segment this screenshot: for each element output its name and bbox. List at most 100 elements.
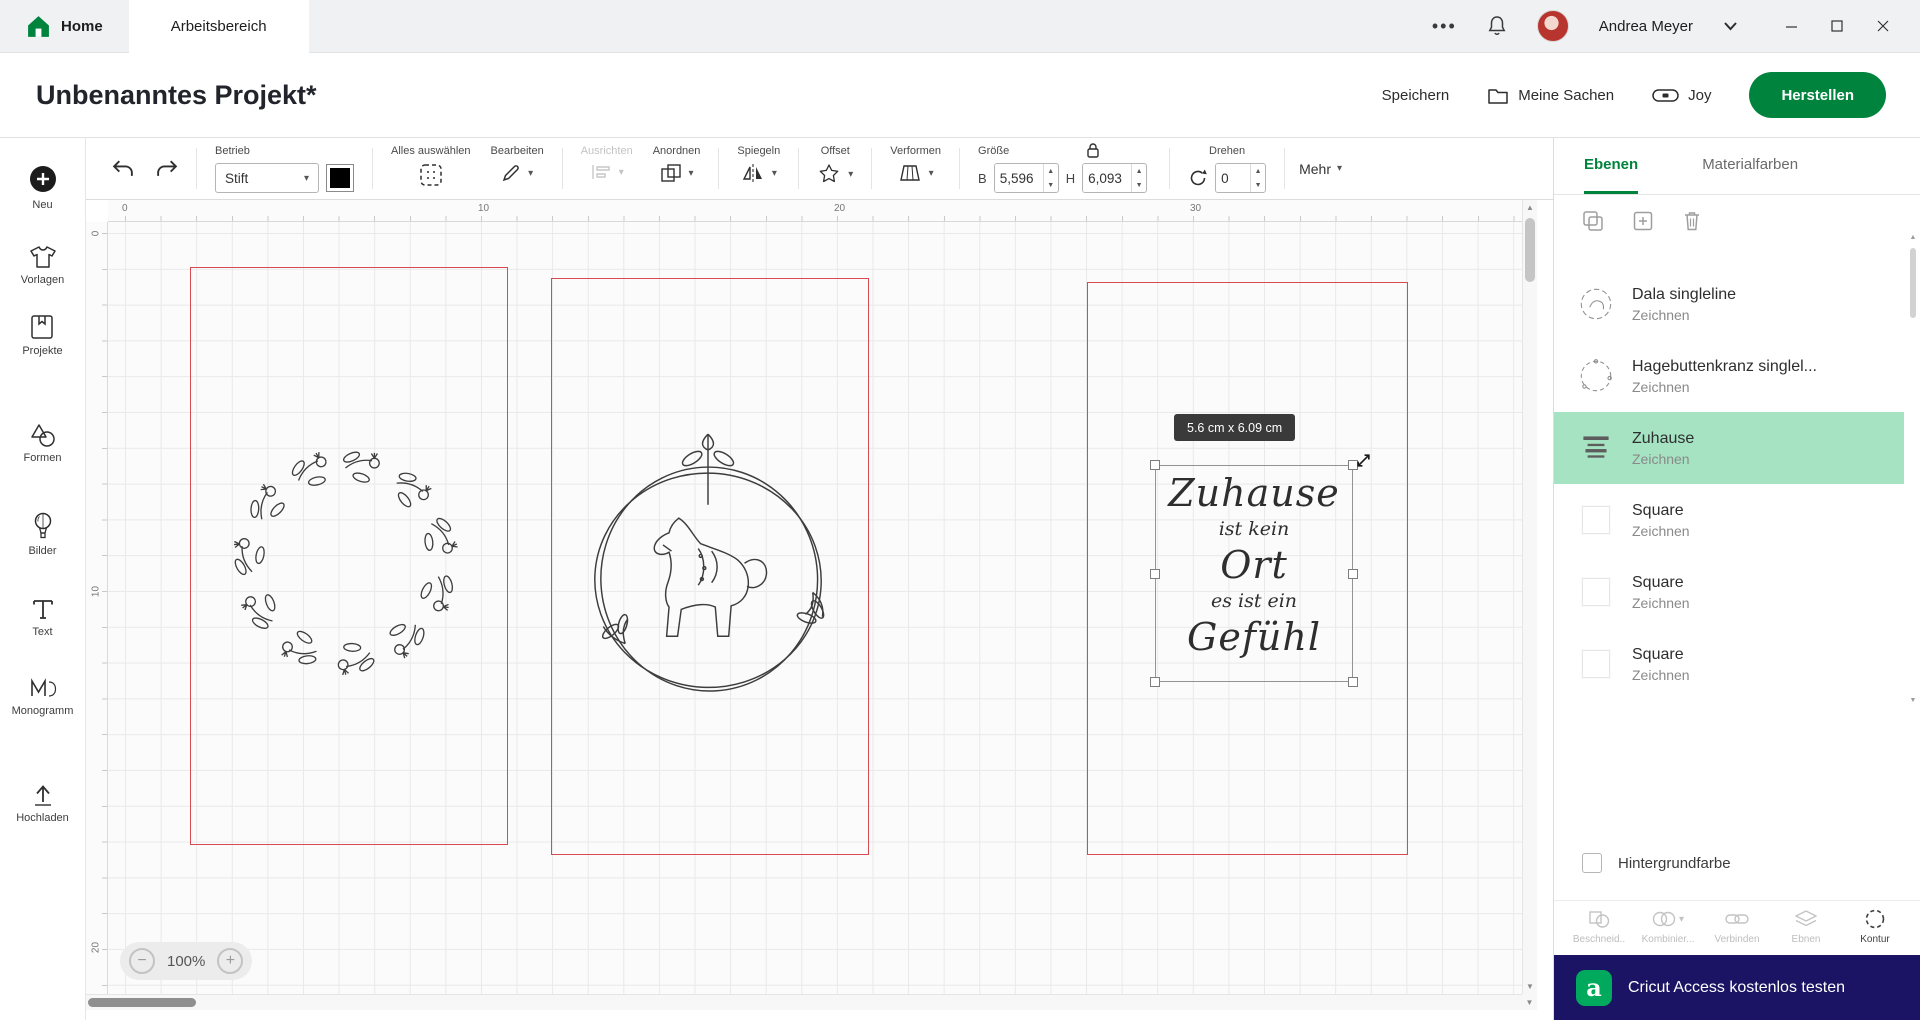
slice-action[interactable]: Beschneid.. (1566, 908, 1632, 955)
contour-action[interactable]: Kontur (1842, 908, 1908, 955)
deform-menu-button[interactable]: ▾ (898, 163, 934, 183)
sidebar-item-shapes[interactable]: Formen (24, 423, 61, 464)
offset-group: Offset ▾ (807, 138, 863, 199)
lock-aspect-icon[interactable] (1086, 142, 1100, 158)
edit-toolbar: Betrieb Stift ▾ Alles auswählen Bearbeit… (86, 138, 1553, 200)
operation-color-swatch[interactable] (326, 164, 354, 192)
chevron-down-icon: ▾ (928, 167, 934, 179)
layer-type: Zeichnen (1632, 522, 1690, 539)
home-tab[interactable]: Home (0, 0, 129, 53)
undo-icon[interactable] (112, 159, 135, 178)
sidebar-item-templates[interactable]: Vorlagen (21, 245, 64, 286)
titlebar: Home Arbeitsbereich ••• Andrea Meyer (0, 0, 1920, 53)
resize-handle[interactable] (1348, 677, 1358, 687)
horizontal-scrollbar[interactable] (86, 994, 1522, 1010)
make-it-button[interactable]: Herstellen (1749, 72, 1886, 118)
layer-thumbnail (1574, 426, 1618, 470)
width-step-down-icon[interactable]: ▼ (1044, 178, 1058, 192)
layer-row[interactable]: Hagebuttenkranz singlel... Zeichnen (1554, 340, 1904, 412)
offset-menu-button[interactable]: ▾ (817, 163, 853, 185)
sidebar-label: Hochladen (16, 812, 69, 824)
panel-scrollbar[interactable]: ▲ ▼ (1908, 234, 1918, 704)
sidebar-item-new[interactable]: Neu (28, 164, 58, 211)
design-canvas[interactable]: Zuhause ist kein Ort es ist ein Gefühl 5… (108, 222, 1522, 994)
combine-action[interactable]: ▾ Kombinier... (1635, 908, 1701, 955)
wreath-drawing[interactable] (208, 427, 483, 692)
rotate-icon[interactable] (1188, 168, 1208, 188)
workspace-tab[interactable]: Arbeitsbereich (128, 0, 309, 53)
height-step-down-icon[interactable]: ▼ (1132, 178, 1146, 192)
my-stuff-icon (1487, 86, 1509, 105)
resize-handle[interactable] (1348, 568, 1358, 579)
scroll-down-icon[interactable]: ▼ (1523, 982, 1537, 991)
zoom-in-icon[interactable]: + (217, 948, 244, 974)
sidebar-item-monogram[interactable]: Monogramm (12, 676, 73, 717)
arrange-menu-button[interactable]: ▾ (660, 163, 694, 183)
more-menu-button[interactable]: Mehr ▾ (1299, 161, 1342, 177)
width-input[interactable] (994, 164, 1043, 192)
background-color-checkbox[interactable] (1582, 853, 1602, 873)
machine-select-button[interactable]: Joy (1652, 87, 1711, 104)
align-menu-button[interactable]: ▾ (590, 163, 624, 181)
layer-row[interactable]: Square Zeichnen (1554, 628, 1904, 700)
redo-icon[interactable] (155, 159, 178, 178)
sidebar-item-images[interactable]: Bilder (28, 512, 57, 557)
duplicate-layer-icon[interactable] (1582, 210, 1604, 232)
zoom-out-icon[interactable]: − (129, 948, 155, 974)
edit-menu-button[interactable]: ▾ (501, 163, 533, 183)
notifications-bell-icon[interactable] (1487, 15, 1507, 37)
select-all-icon[interactable] (419, 163, 443, 187)
cricut-access-banner[interactable]: a Cricut Access kostenlos testen (1554, 955, 1920, 1020)
layer-row[interactable]: Dala singleline Zeichnen (1554, 268, 1904, 340)
deform-label: Verformen (890, 145, 942, 157)
resize-handle[interactable] (1150, 568, 1160, 579)
save-button[interactable]: Speichern (1382, 87, 1450, 104)
edit-label: Bearbeiten (490, 145, 544, 157)
scroll-up-icon[interactable]: ▲ (1523, 203, 1537, 212)
rotate-input[interactable] (1216, 164, 1251, 192)
minimize-button[interactable] (1768, 0, 1814, 53)
layer-actions-bar: Beschneid.. ▾ Kombinier... Verbinden Ebn… (1554, 900, 1920, 955)
maximize-button[interactable] (1814, 0, 1860, 53)
flatten-action[interactable]: Ebnen (1773, 908, 1839, 955)
rotate-step-down-icon[interactable]: ▼ (1251, 178, 1265, 192)
ruler-mark: 10 (478, 203, 490, 214)
tab-material-colors[interactable]: Materialfarben (1702, 138, 1798, 194)
flip-menu-button[interactable]: ▾ (741, 163, 777, 183)
sidebar-item-upload[interactable]: Hochladen (16, 781, 69, 824)
sidebar-item-projects[interactable]: Projekte (22, 314, 63, 357)
more-options-icon[interactable]: ••• (1432, 16, 1457, 37)
horizontal-scroll-thumb[interactable] (88, 998, 196, 1007)
resize-handle[interactable] (1150, 677, 1160, 687)
user-avatar[interactable] (1536, 10, 1569, 42)
user-menu-chevron-icon[interactable] (1723, 21, 1738, 31)
vertical-scroll-thumb[interactable] (1525, 218, 1535, 282)
layer-row-selected[interactable]: Zuhause Zeichnen (1554, 412, 1904, 484)
rotate-step-up-icon[interactable]: ▲ (1251, 164, 1265, 178)
vertical-scrollbar[interactable]: ▲ ▼ (1522, 200, 1537, 994)
layer-row[interactable]: Square Zeichnen (1554, 556, 1904, 628)
layer-name: Square (1632, 645, 1684, 663)
panel-scroll-thumb[interactable] (1910, 248, 1916, 318)
delete-layer-icon[interactable] (1682, 210, 1702, 232)
scroll-down-icon[interactable]: ▼ (1908, 697, 1918, 704)
action-label: Verbinden (1714, 934, 1760, 945)
tab-layers[interactable]: Ebenen (1584, 138, 1639, 194)
attach-action[interactable]: Verbinden (1704, 908, 1770, 955)
operation-dropdown[interactable]: Stift ▾ (215, 163, 319, 193)
chevron-down-icon: ▾ (618, 166, 624, 178)
add-layer-icon[interactable] (1632, 210, 1654, 232)
selected-text-object[interactable]: Zuhause ist kein Ort es ist ein Gefühl (1150, 454, 1370, 687)
height-step-up-icon[interactable]: ▲ (1132, 164, 1146, 178)
sidebar-label: Vorlagen (20, 274, 65, 286)
my-stuff-button[interactable]: Meine Sachen (1487, 86, 1614, 105)
height-input[interactable] (1083, 164, 1132, 192)
dala-horse-drawing[interactable] (558, 422, 858, 702)
sidebar-item-text[interactable]: Text (31, 597, 55, 638)
layer-row[interactable]: Square Zeichnen (1554, 484, 1904, 556)
scroll-up-icon[interactable]: ▲ (1908, 234, 1918, 241)
user-name[interactable]: Andrea Meyer (1599, 18, 1693, 35)
resize-handle[interactable] (1150, 460, 1160, 470)
width-step-up-icon[interactable]: ▲ (1044, 164, 1058, 178)
close-button[interactable] (1860, 0, 1906, 53)
